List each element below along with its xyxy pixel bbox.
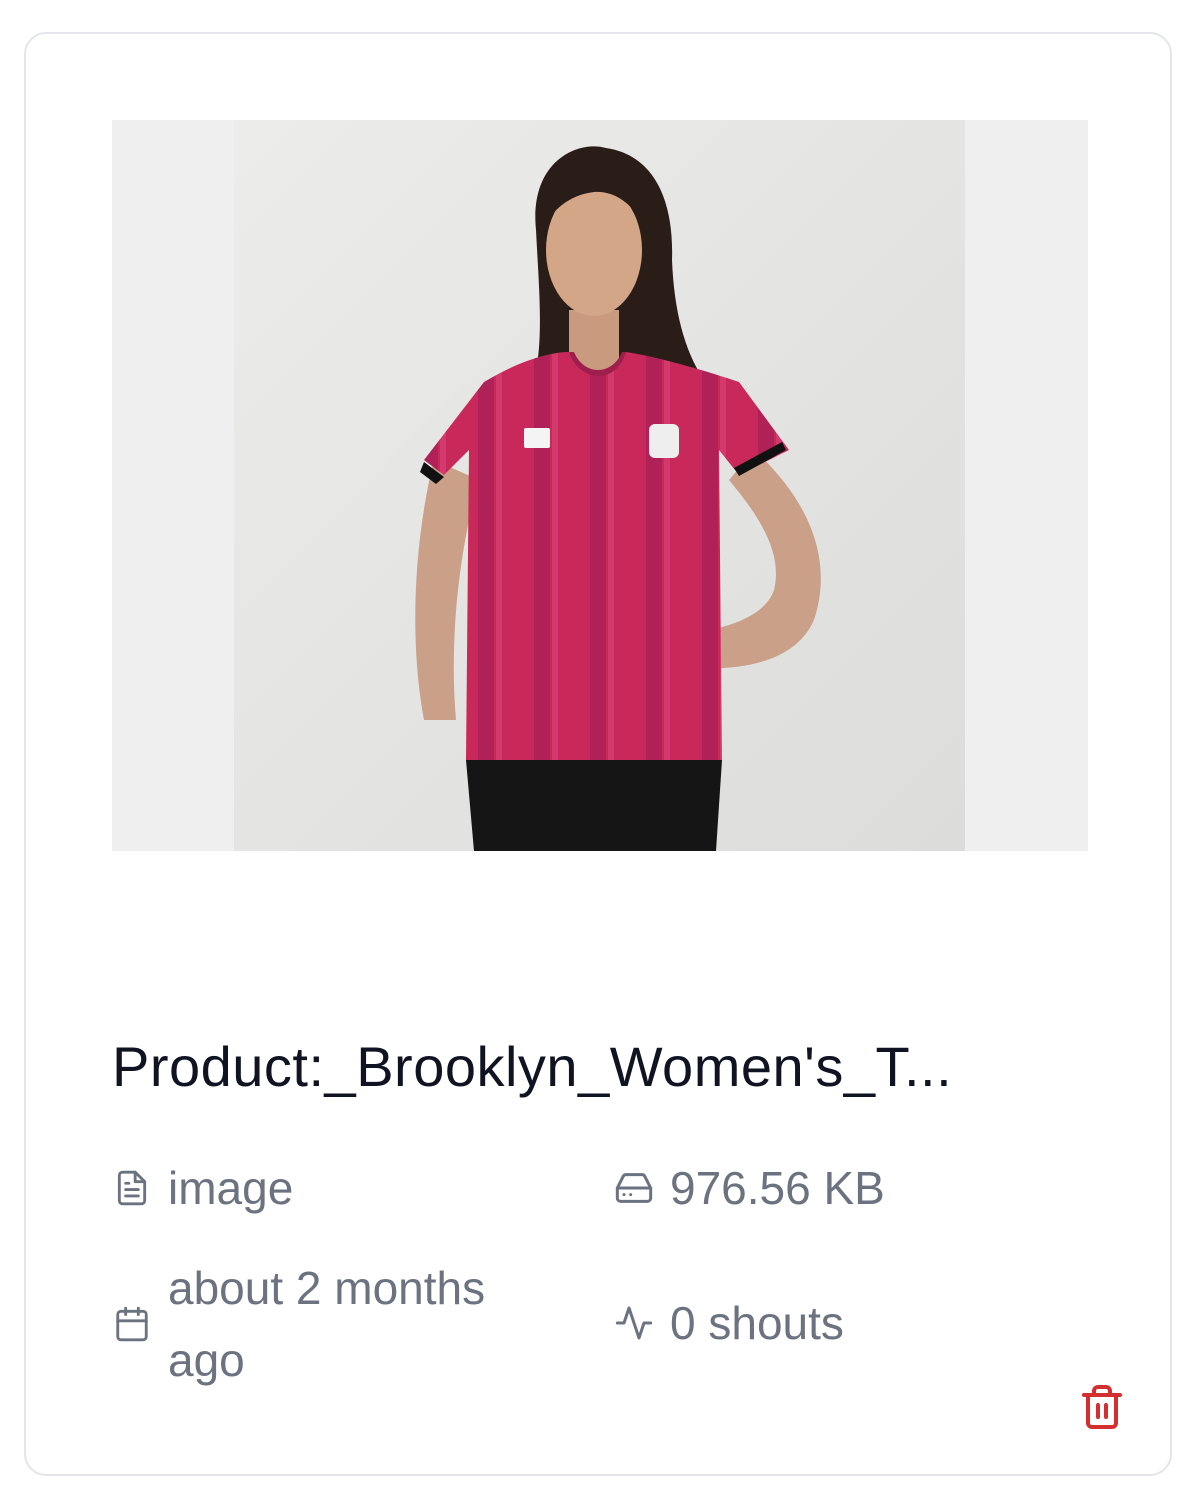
activity-icon (614, 1303, 654, 1343)
file-type: image (112, 1152, 293, 1224)
calendar-icon (112, 1304, 152, 1344)
file-size: 976.56 KB (614, 1152, 885, 1224)
file-size-label: 976.56 KB (670, 1162, 885, 1214)
product-photo (234, 120, 965, 851)
delete-button[interactable] (1074, 1378, 1130, 1438)
file-type-label: image (168, 1162, 294, 1214)
hard-drive-icon (614, 1168, 654, 1208)
file-title[interactable]: Product:_Brooklyn_Women's_T... (112, 1034, 1088, 1100)
upload-date-label: about 2 months ago (168, 1262, 486, 1386)
file-thumbnail[interactable] (112, 120, 1088, 851)
file-text-icon (112, 1168, 152, 1208)
upload-date: about 2 months ago (112, 1252, 552, 1396)
trash-icon (1078, 1380, 1126, 1437)
file-card[interactable]: Product:_Brooklyn_Women's_T... image 976… (24, 32, 1172, 1476)
shout-count-label: 0 shouts (670, 1297, 844, 1349)
shout-count: 0 shouts (614, 1287, 844, 1359)
